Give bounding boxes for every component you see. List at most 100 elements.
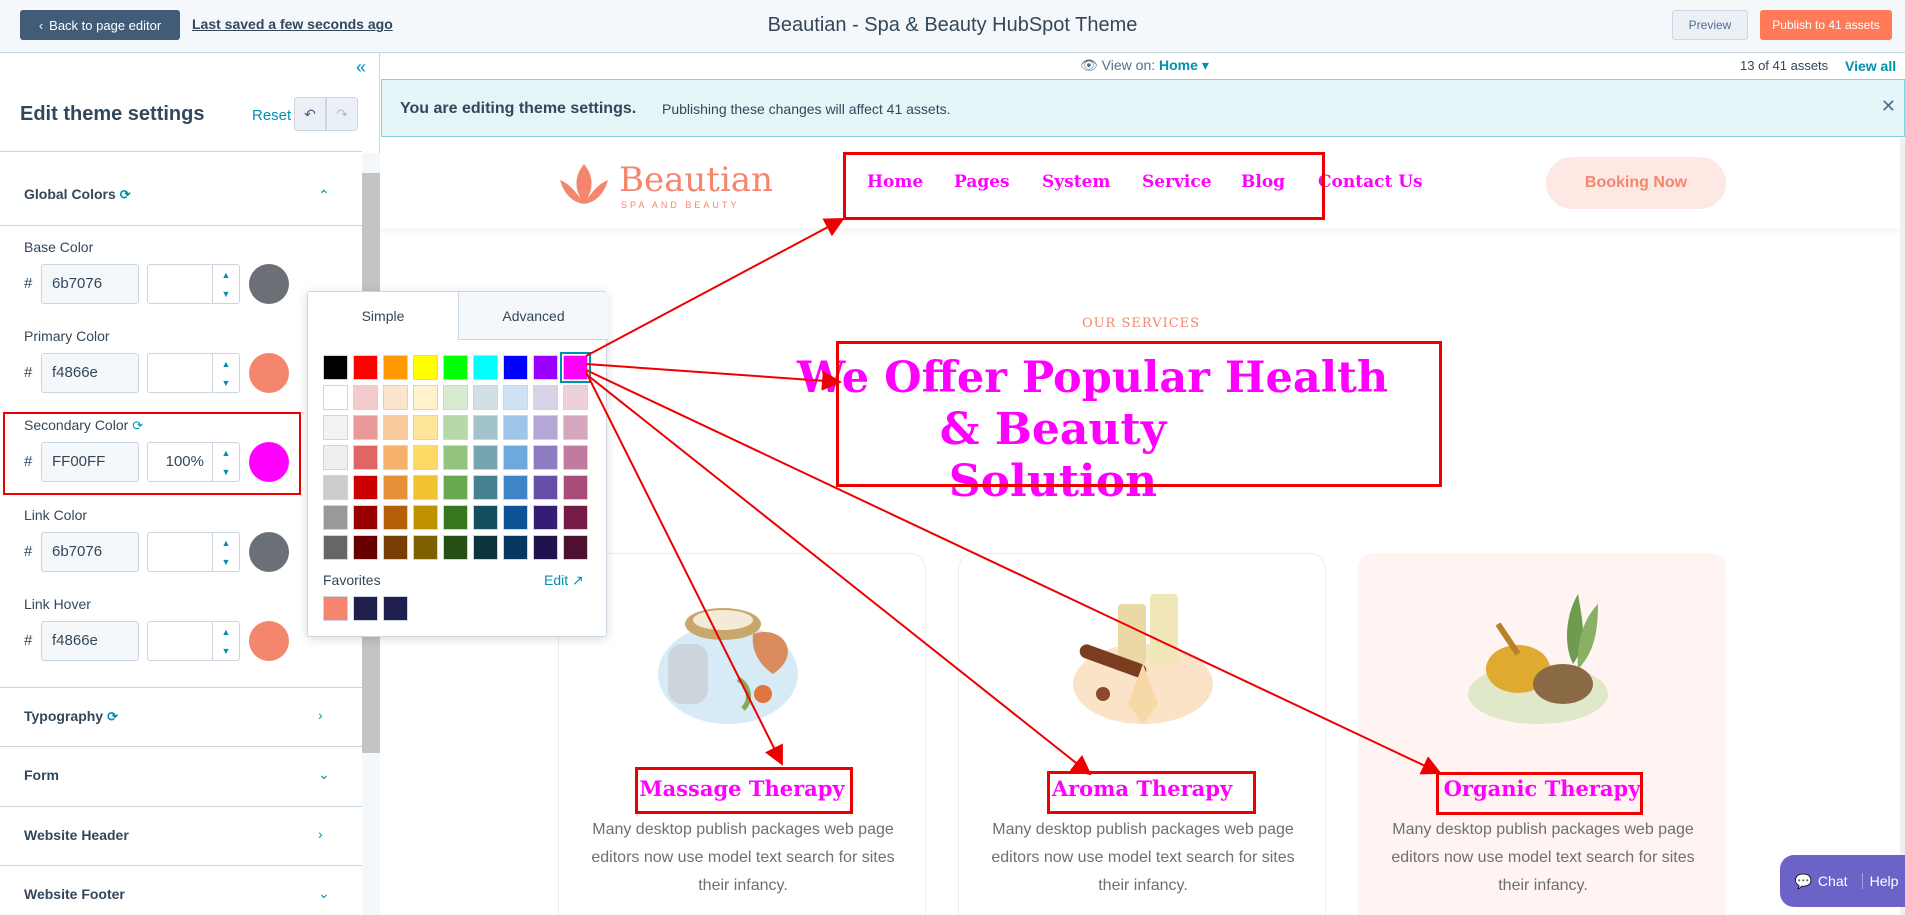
back-to-editor-button[interactable]: ‹ Back to page editor bbox=[20, 10, 180, 40]
color-swatch[interactable] bbox=[249, 353, 289, 393]
hex-input[interactable]: f4866e bbox=[41, 353, 139, 393]
palette-swatch[interactable] bbox=[563, 535, 588, 560]
card-title[interactable]: Massage Therapy bbox=[559, 776, 925, 801]
palette-swatch[interactable] bbox=[323, 445, 348, 470]
palette-swatch[interactable] bbox=[353, 475, 378, 500]
opacity-stepper[interactable]: ▲ ▼ bbox=[212, 621, 240, 661]
palette-swatch[interactable] bbox=[383, 475, 408, 500]
opacity-input[interactable] bbox=[147, 621, 213, 661]
opacity-stepper[interactable]: ▲ ▼ bbox=[212, 532, 240, 572]
opacity-input[interactable] bbox=[147, 532, 213, 572]
palette-swatch[interactable] bbox=[503, 475, 528, 500]
color-swatch[interactable] bbox=[249, 264, 289, 304]
palette-swatch[interactable] bbox=[323, 535, 348, 560]
card-title[interactable]: Aroma Therapy bbox=[959, 776, 1325, 801]
palette-swatch[interactable] bbox=[503, 505, 528, 530]
view-all-link[interactable]: View all bbox=[1845, 58, 1896, 74]
palette-swatch[interactable] bbox=[503, 415, 528, 440]
hex-input[interactable]: 6b7076 bbox=[41, 532, 139, 572]
palette-swatch[interactable] bbox=[353, 385, 378, 410]
palette-swatch[interactable] bbox=[413, 535, 438, 560]
palette-swatch[interactable] bbox=[353, 355, 378, 380]
nav-service[interactable]: Service bbox=[1142, 172, 1212, 192]
palette-swatch[interactable] bbox=[383, 385, 408, 410]
undo-icon[interactable]: ↶ bbox=[294, 97, 326, 131]
palette-swatch[interactable] bbox=[383, 445, 408, 470]
palette-swatch[interactable] bbox=[413, 355, 438, 380]
opacity-input[interactable] bbox=[147, 264, 213, 304]
palette-swatch[interactable] bbox=[563, 415, 588, 440]
view-on-selector[interactable]: 👁 View on: Home ▾ bbox=[1080, 57, 1209, 74]
collapse-sidebar-icon[interactable]: « bbox=[356, 57, 366, 78]
palette-swatch[interactable] bbox=[563, 475, 588, 500]
palette-swatch[interactable] bbox=[533, 505, 558, 530]
chat-widget[interactable]: 💬 Chat Help bbox=[1780, 855, 1905, 907]
site-logo[interactable]: Beautian bbox=[619, 160, 773, 200]
nav-home[interactable]: Home bbox=[867, 172, 923, 192]
palette-swatch[interactable] bbox=[443, 505, 468, 530]
chevron-down-icon[interactable]: ⌄ bbox=[318, 766, 330, 783]
palette-swatch[interactable] bbox=[563, 385, 588, 410]
website-footer-header[interactable]: Website Footer bbox=[24, 886, 125, 902]
favorite-swatch[interactable] bbox=[383, 596, 408, 621]
form-header[interactable]: Form bbox=[24, 767, 59, 783]
last-saved-link[interactable]: Last saved a few seconds ago bbox=[192, 16, 393, 32]
palette-swatch[interactable] bbox=[323, 355, 348, 380]
color-swatch[interactable] bbox=[249, 532, 289, 572]
palette-swatch[interactable] bbox=[413, 415, 438, 440]
chevron-up-icon[interactable]: ⌃ bbox=[318, 187, 330, 204]
help-button[interactable]: Help bbox=[1862, 873, 1905, 889]
close-icon[interactable]: ✕ bbox=[1881, 96, 1896, 117]
palette-swatch[interactable] bbox=[443, 475, 468, 500]
palette-swatch[interactable] bbox=[503, 445, 528, 470]
palette-swatch[interactable] bbox=[533, 535, 558, 560]
palette-swatch[interactable] bbox=[473, 415, 498, 440]
redo-icon[interactable]: ↷ bbox=[326, 97, 358, 131]
palette-swatch[interactable] bbox=[383, 415, 408, 440]
palette-swatch[interactable] bbox=[323, 505, 348, 530]
palette-swatch[interactable] bbox=[473, 445, 498, 470]
palette-swatch[interactable] bbox=[473, 475, 498, 500]
palette-swatch[interactable] bbox=[473, 355, 498, 380]
palette-swatch[interactable] bbox=[563, 505, 588, 530]
palette-swatch[interactable] bbox=[563, 445, 588, 470]
palette-swatch[interactable] bbox=[443, 355, 468, 380]
publish-button[interactable]: Publish to 41 assets bbox=[1760, 10, 1892, 40]
opacity-stepper[interactable]: ▲ ▼ bbox=[212, 264, 240, 304]
nav-system[interactable]: System bbox=[1042, 172, 1110, 192]
palette-swatch[interactable] bbox=[443, 385, 468, 410]
hex-input[interactable]: f4866e bbox=[41, 621, 139, 661]
nav-blog[interactable]: Blog bbox=[1241, 172, 1285, 192]
nav-pages[interactable]: Pages bbox=[954, 172, 1010, 192]
palette-swatch[interactable] bbox=[473, 385, 498, 410]
view-on-page[interactable]: Home bbox=[1159, 57, 1198, 73]
booking-now-button[interactable]: Booking Now bbox=[1546, 157, 1726, 209]
palette-swatch[interactable] bbox=[383, 535, 408, 560]
palette-swatch[interactable] bbox=[413, 385, 438, 410]
palette-swatch[interactable] bbox=[533, 355, 558, 380]
palette-swatch[interactable] bbox=[323, 385, 348, 410]
palette-swatch[interactable] bbox=[503, 355, 528, 380]
nav-contact-us[interactable]: Contact Us bbox=[1318, 172, 1423, 192]
service-card-organic[interactable]: Organic Therapy Many desktop publish pac… bbox=[1358, 553, 1726, 915]
chevron-right-icon[interactable]: › bbox=[318, 826, 323, 842]
palette-swatch[interactable] bbox=[383, 505, 408, 530]
palette-swatch[interactable] bbox=[353, 445, 378, 470]
palette-swatch[interactable] bbox=[443, 445, 468, 470]
chat-button[interactable]: 💬 Chat bbox=[1780, 873, 1862, 890]
palette-swatch[interactable] bbox=[353, 535, 378, 560]
preview-scrollbar[interactable] bbox=[1900, 138, 1905, 915]
card-title[interactable]: Organic Therapy bbox=[1359, 776, 1725, 801]
palette-swatch[interactable] bbox=[560, 352, 591, 383]
tab-advanced[interactable]: Advanced bbox=[458, 292, 608, 340]
palette-swatch[interactable] bbox=[533, 445, 558, 470]
palette-swatch[interactable] bbox=[443, 535, 468, 560]
hex-input[interactable]: 6b7076 bbox=[41, 264, 139, 304]
typography-header[interactable]: Typography ⟳ bbox=[24, 708, 118, 725]
palette-swatch[interactable] bbox=[533, 415, 558, 440]
palette-swatch[interactable] bbox=[323, 475, 348, 500]
palette-swatch[interactable] bbox=[473, 505, 498, 530]
website-header-header[interactable]: Website Header bbox=[24, 827, 129, 843]
favorite-swatch[interactable] bbox=[353, 596, 378, 621]
palette-swatch[interactable] bbox=[353, 505, 378, 530]
